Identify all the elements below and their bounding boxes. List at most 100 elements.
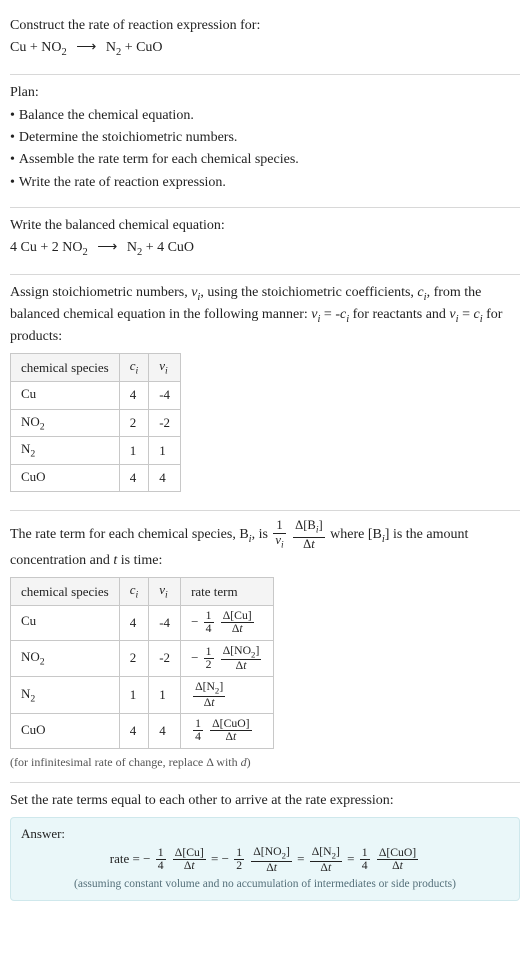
- species-base: N: [21, 441, 30, 456]
- text: Δ[NO: [253, 845, 281, 858]
- coef: 2: [52, 240, 63, 255]
- rateterm-caption: (for infinitesimal rate of change, repla…: [10, 755, 520, 770]
- col-nu: νi: [149, 578, 181, 606]
- cell-species: NO2: [11, 409, 120, 437]
- answer-block: Set the rate terms equal to each other t…: [10, 783, 520, 913]
- delta-fraction: Δ[CuO]Δt: [210, 718, 251, 744]
- cell-species: CuO: [11, 464, 120, 492]
- text: , is: [252, 527, 272, 542]
- table-row: N2 1 1: [11, 437, 181, 465]
- t: t: [191, 859, 194, 872]
- t: t: [211, 696, 214, 709]
- sign: −: [143, 851, 150, 866]
- table-row: NO2 2 -2: [11, 409, 181, 437]
- species-base: N: [21, 686, 30, 701]
- col-species: chemical species: [11, 354, 120, 382]
- plan-item-text: Write the rate of reaction expression.: [19, 173, 226, 193]
- product-2: CuO: [136, 40, 162, 55]
- cell-species: N2: [11, 677, 120, 714]
- frac-den: 2: [234, 860, 244, 872]
- table-header-row: chemical species ci νi: [11, 354, 181, 382]
- coef-fraction: 12: [234, 847, 244, 873]
- cell-c: 4: [119, 605, 149, 640]
- coef: 4: [10, 240, 21, 255]
- species-sub: 2: [30, 449, 35, 460]
- col-nu: νi: [149, 354, 181, 382]
- answer-box: Answer: rate = − 14 Δ[Cu]Δt = − 12 Δ[NO2…: [10, 817, 520, 901]
- rateterm-table: chemical species ci νi rate term Cu 4 -4…: [10, 577, 274, 748]
- delta: Δ: [320, 861, 328, 874]
- text: ]: [255, 644, 259, 657]
- cell-rateterm: Δ[N2]Δt: [181, 677, 274, 714]
- equals: = -: [320, 307, 340, 322]
- delta: Δ: [392, 859, 400, 872]
- table-row: Cu 4 -4 − 14 Δ[Cu]Δt: [11, 605, 274, 640]
- delta-fraction: Δ[Cu]Δt: [221, 610, 254, 636]
- frac-den: 4: [204, 623, 214, 635]
- frac-den: 4: [193, 731, 203, 743]
- cell-c: 1: [119, 437, 149, 465]
- nu-sub: i: [165, 366, 168, 377]
- text: Δ[B: [295, 518, 316, 532]
- one-over-nu-fraction: 1 νi: [273, 519, 285, 551]
- stoich-block: Assign stoichiometric numbers, νi, using…: [10, 275, 520, 511]
- frac-den: 4: [156, 860, 166, 872]
- frac-num: Δ[NO2]: [251, 846, 292, 862]
- balanced-title: Write the balanced chemical equation:: [10, 216, 520, 236]
- text: Δ[N: [195, 680, 215, 693]
- rateterm-intro: The rate term for each chemical species,…: [10, 519, 520, 571]
- cell-nu: 1: [149, 437, 181, 465]
- product-1-base: N: [106, 40, 116, 55]
- reactant-1: Cu: [10, 40, 26, 55]
- bullet-icon: •: [10, 150, 15, 170]
- cell-c: 2: [119, 409, 149, 437]
- frac-num: 1: [204, 646, 214, 659]
- delta-fraction: Δ[Cu]Δt: [173, 847, 206, 873]
- balanced-equation: 4 Cu + 2 NO2 ⟶ N2 + 4 CuO: [10, 238, 520, 260]
- cell-nu: -4: [149, 382, 181, 410]
- plan-item-text: Balance the chemical equation.: [19, 106, 194, 126]
- text: Δ[NO: [223, 644, 251, 657]
- answer-note: (assuming constant volume and no accumul…: [21, 878, 509, 890]
- plan-item-text: Determine the stoichiometric numbers.: [19, 128, 238, 148]
- stoich-table: chemical species ci νi Cu 4 -4 NO2 2 -2 …: [10, 353, 181, 492]
- species-base: CuO: [21, 469, 46, 484]
- bullet-icon: •: [10, 128, 15, 148]
- c-sub: i: [136, 590, 139, 601]
- species-base: Cu: [21, 386, 36, 401]
- col-species: chemical species: [11, 578, 120, 606]
- cell-rateterm: − 14 Δ[Cu]Δt: [181, 605, 274, 640]
- text: ): [247, 755, 251, 769]
- equals: =: [347, 851, 358, 866]
- table-row: NO2 2 -2 − 12 Δ[NO2]Δt: [11, 640, 274, 677]
- species-base: N: [127, 240, 137, 255]
- t: t: [274, 861, 277, 874]
- cell-nu: 4: [149, 714, 181, 749]
- species: CuO: [168, 240, 194, 255]
- table-row: Cu 4 -4: [11, 382, 181, 410]
- delta: Δ: [266, 861, 274, 874]
- t: t: [239, 622, 242, 635]
- col-c: ci: [119, 578, 149, 606]
- reactant-2-sub: 2: [61, 47, 66, 58]
- nu-sub: i: [281, 540, 284, 550]
- frac-num: Δ[CuO]: [377, 847, 418, 860]
- cell-c: 1: [119, 677, 149, 714]
- document-root: Construct the rate of reaction expressio…: [0, 0, 530, 929]
- rate-expression: rate = − 14 Δ[Cu]Δt = − 12 Δ[NO2]Δt = Δ[…: [21, 846, 509, 874]
- equals: =: [129, 851, 143, 866]
- frac-den: Δt: [251, 862, 292, 874]
- coef-fraction: 12: [204, 646, 214, 672]
- frac-den: Δt: [310, 862, 342, 874]
- frac-num: 1: [234, 847, 244, 860]
- species-base: CuO: [21, 722, 46, 737]
- cell-nu: 4: [149, 464, 181, 492]
- set-equal-text: Set the rate terms equal to each other t…: [10, 791, 520, 811]
- frac-den: Δt: [293, 538, 325, 551]
- frac-num: Δ[NO2]: [221, 645, 262, 661]
- bullet-icon: •: [10, 106, 15, 126]
- t: t: [328, 861, 331, 874]
- rateterm-block: The rate term for each chemical species,…: [10, 511, 520, 782]
- text: (for infinitesimal rate of change, repla…: [10, 755, 241, 769]
- cell-species: NO2: [11, 640, 120, 677]
